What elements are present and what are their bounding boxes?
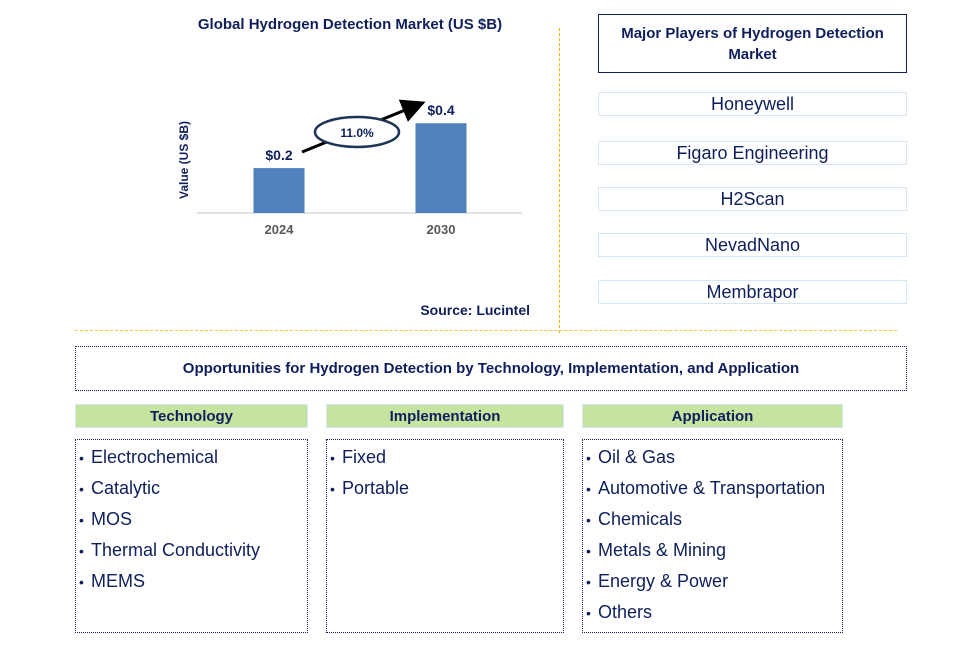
list-item-label: Electrochemical	[91, 447, 219, 467]
list-item-label: Oil & Gas	[598, 447, 676, 467]
source-label: Source: Lucintel	[420, 302, 530, 318]
list-item: • Metals & Mining	[586, 535, 842, 566]
player-item: H2Scan	[598, 187, 907, 211]
category-list-implementation: • Fixed • Portable	[326, 439, 564, 633]
opportunities-header: Opportunities for Hydrogen Detection by …	[75, 346, 907, 391]
bullet-icon: •	[586, 512, 591, 528]
bullet-icon: •	[79, 481, 84, 497]
bullet-icon: •	[586, 450, 591, 466]
y-axis-label: Value (US $B)	[177, 121, 191, 199]
bullet-icon: •	[586, 605, 591, 621]
bullet-icon: •	[586, 481, 591, 497]
bullet-icon: •	[79, 512, 84, 528]
bullet-icon: •	[79, 450, 84, 466]
x-tick-label: 2030	[427, 222, 456, 237]
list-item: • MEMS	[79, 566, 307, 597]
list-item-label: Automotive & Transportation	[598, 478, 826, 498]
vertical-divider	[559, 28, 560, 333]
horizontal-divider	[75, 330, 897, 331]
bullet-icon: •	[586, 574, 591, 590]
players-header: Major Players of Hydrogen Detection Mark…	[598, 14, 907, 73]
list-item-label: Portable	[342, 478, 410, 498]
list-item-label: Energy & Power	[598, 571, 729, 591]
player-item: Membrapor	[598, 280, 907, 304]
player-item: Honeywell	[598, 92, 907, 116]
category-list-technology: • Electrochemical • Catalytic • MOS • Thermal C…	[75, 439, 308, 633]
list-item-label: MOS	[91, 509, 133, 529]
bullet-icon: •	[330, 481, 335, 497]
bullet-icon: •	[79, 574, 84, 590]
list-item: • Electrochemical	[79, 442, 307, 473]
list-item-label: Chemicals	[598, 509, 683, 529]
category-header-implementation: Implementation	[326, 404, 564, 428]
x-tick-label: 2024	[265, 222, 295, 237]
list-item: • MOS	[79, 504, 307, 535]
list-item: • Fixed	[330, 442, 563, 473]
bar-2030	[415, 123, 467, 213]
list-item-label: Others	[598, 602, 653, 622]
bullet-icon: •	[330, 450, 335, 466]
cagr-annotation: 11.0%	[301, 99, 426, 154]
list-item-label: Thermal Conductivity	[91, 540, 261, 560]
list-item: • Portable	[330, 473, 563, 504]
data-label: $0.2	[265, 147, 292, 163]
list-item: • Chemicals	[586, 504, 842, 535]
category-list-application: • Oil & Gas • Automotive & Transportation • C…	[582, 439, 843, 633]
bullet-icon: •	[79, 543, 84, 559]
list-item: • Oil & Gas	[586, 442, 842, 473]
data-label: $0.4	[427, 102, 454, 118]
list-item: • Thermal Conductivity	[79, 535, 307, 566]
list-item: • Others	[586, 597, 842, 628]
category-header-technology: Technology	[75, 404, 308, 428]
bar-chart: Value (US $B) $0.2 2024 $0.4 2030 11.0%	[177, 99, 522, 237]
list-item: • Energy & Power	[586, 566, 842, 597]
list-item-label: MEMS	[91, 571, 145, 591]
list-item-label: Catalytic	[91, 478, 161, 498]
list-item: • Automotive & Transportation	[586, 473, 842, 504]
cagr-label: 11.0%	[340, 126, 374, 140]
category-header-application: Application	[582, 404, 843, 428]
list-item: • Catalytic	[79, 473, 307, 504]
list-item-label: Fixed	[342, 447, 387, 467]
bullet-icon: •	[586, 543, 591, 559]
player-item: NevadNano	[598, 233, 907, 257]
bar-2024	[253, 168, 305, 213]
player-item: Figaro Engineering	[598, 141, 907, 165]
list-item-label: Metals & Mining	[598, 540, 727, 560]
